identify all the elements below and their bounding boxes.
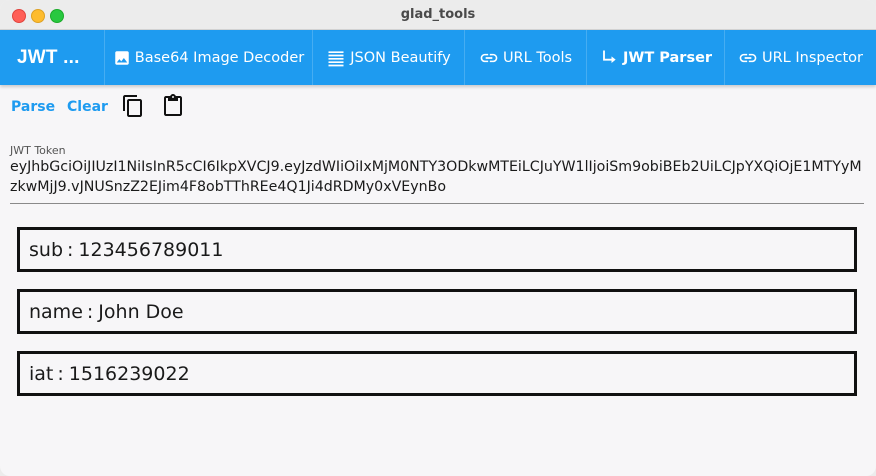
claim-key: sub: [29, 238, 64, 261]
arrow-turn-right-icon: [599, 48, 619, 68]
tab-base64-image-decoder[interactable]: Base64 Image Decoder: [104, 30, 312, 85]
claim-key: name: [29, 300, 83, 323]
jwt-token-input[interactable]: eyJhbGciOiJIUzI1NiIsInR5cCI6IkpXVCJ9.eyJ…: [10, 157, 864, 197]
app-bar: JWT ... Base64 Image Decoder JSON Beauti…: [0, 30, 876, 85]
image-icon: [113, 49, 131, 67]
claim-key: iat: [29, 362, 54, 385]
tab-url-inspector[interactable]: URL Inspector: [724, 30, 876, 85]
tab-label: URL Tools: [502, 49, 573, 66]
app-window: glad_tools JWT ... Base64 Image Decoder …: [0, 0, 876, 476]
link-icon: [479, 48, 499, 68]
tab-label: URL Inspector: [761, 49, 863, 66]
claim-row: sub:123456789011: [17, 227, 857, 272]
tab-label: JSON Beautify: [350, 49, 451, 66]
toolbar: Parse Clear: [0, 85, 876, 127]
tab-label: JWT Parser: [622, 49, 713, 66]
jwt-token-label: JWT Token: [10, 144, 66, 157]
tab-json-beautify[interactable]: JSON Beautify: [312, 30, 464, 85]
link-icon: [738, 48, 758, 68]
parse-button[interactable]: Parse: [11, 99, 55, 115]
tab-url-tools[interactable]: URL Tools: [464, 30, 586, 85]
clear-button[interactable]: Clear: [67, 99, 108, 115]
claim-value: 123456789011: [78, 238, 224, 261]
tab-label: Base64 Image Decoder: [134, 49, 305, 66]
app-title: JWT ...: [17, 46, 80, 68]
claim-value: 1516239022: [68, 362, 190, 385]
title-bar: glad_tools: [0, 0, 876, 30]
clipboard-icon[interactable]: [161, 94, 185, 118]
claim-value: John Doe: [98, 300, 184, 323]
claim-row: name: John Doe: [17, 289, 857, 334]
copy-icon[interactable]: [121, 94, 145, 118]
tab-jwt-parser[interactable]: JWT Parser: [586, 30, 724, 85]
list-icon: [326, 48, 346, 68]
window-title: glad_tools: [400, 7, 476, 22]
claim-row: iat:1516239022: [17, 351, 857, 396]
jwt-token-field[interactable]: JWT Token eyJhbGciOiJIUzI1NiIsInR5cCI6Ik…: [10, 143, 864, 204]
